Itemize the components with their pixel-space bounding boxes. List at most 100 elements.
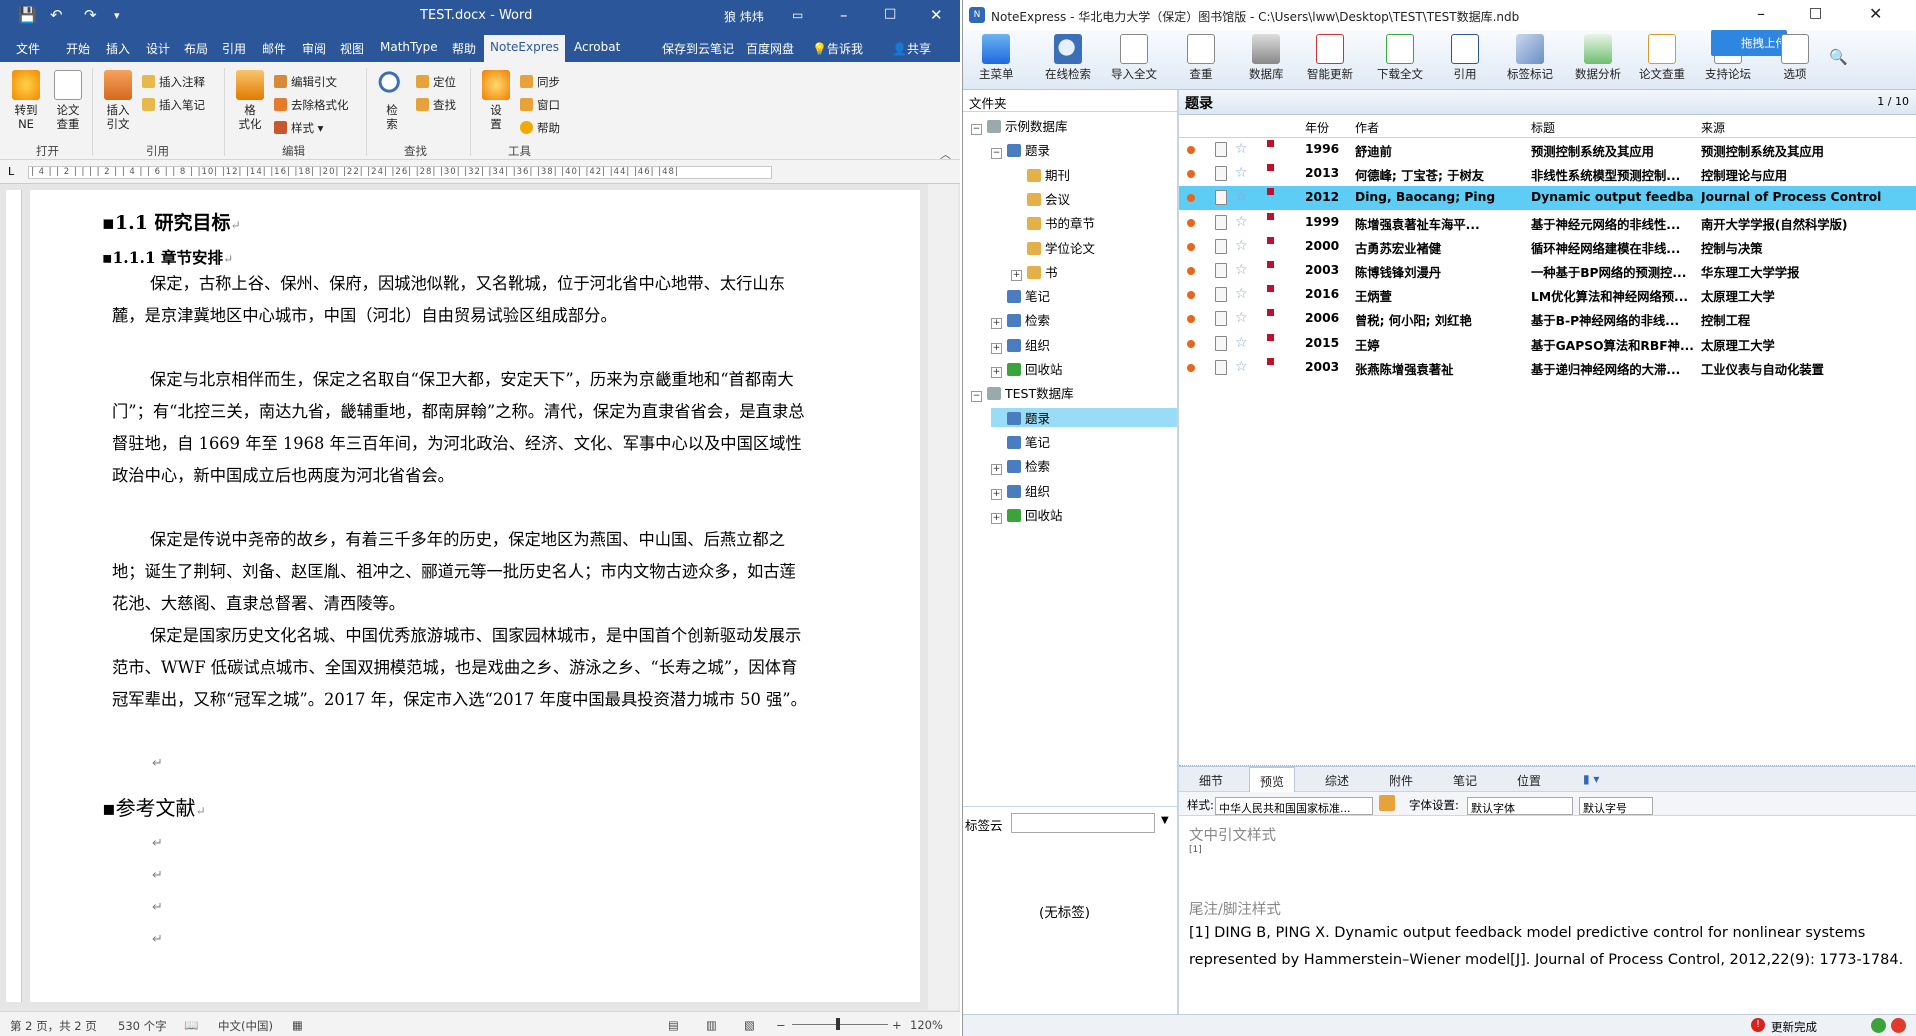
tab-baidu-pan[interactable]: 百度网盘 — [746, 40, 794, 57]
tab-noteexpress[interactable]: NoteExpres — [484, 35, 566, 62]
formatted-reference[interactable]: [1] DING B, PING X. Dynamic output feedb… — [1189, 920, 1909, 974]
tab-review[interactable]: 审阅 — [302, 40, 326, 57]
table-row[interactable]: ☆ 1999 陈增强袁著祉车海平... 基于神经元网络的非线性... 南开大学学报(自然… — [1179, 211, 1916, 235]
sync-button[interactable]: 同步 — [520, 74, 560, 90]
star-icon[interactable]: ☆ — [1235, 141, 1248, 157]
online-search-button[interactable]: 在线检索 — [1045, 34, 1091, 82]
options-button[interactable]: 选项 — [1781, 34, 1809, 82]
proofing-icon[interactable]: 📖 — [184, 1018, 198, 1032]
tab-design[interactable]: 设计 — [146, 40, 170, 57]
dedupe-button[interactable]: 查重 — [1187, 34, 1215, 82]
redo-icon[interactable]: ↷ — [84, 6, 97, 24]
star-icon[interactable]: ☆ — [1235, 238, 1248, 254]
zoom-in-icon[interactable]: + — [892, 1018, 902, 1032]
import-fulltext-button[interactable]: 导入全文 — [1111, 34, 1157, 82]
tree-node[interactable]: 书的章节 — [1011, 213, 1095, 232]
paper-check-button[interactable]: 论文查重 — [1639, 34, 1685, 82]
edit-cite-button[interactable]: 编辑引文 — [274, 74, 337, 90]
star-icon[interactable]: ☆ — [1235, 359, 1248, 375]
paragraph-4[interactable]: 保定是国家历史文化名城、中国优秀旅游城市、国家园林城市，是中国首个创新驱动发展示… — [112, 620, 808, 716]
table-row[interactable]: ☆ 2016 王炳萱 LM优化算法和神经网络预... 太原理工大学 — [1179, 283, 1916, 307]
star-icon[interactable]: ☆ — [1235, 214, 1248, 230]
maximize-icon[interactable]: □ — [884, 6, 896, 21]
table-row[interactable]: ☆ 2013 何德峰; 丁宝苍; 于树友 非线性系统模型预测控制... 控制理论与应用 — [1179, 162, 1916, 186]
page-count[interactable]: 第 2 页，共 2 页 — [10, 1018, 97, 1034]
user-name[interactable]: 狼 炜炜 — [724, 8, 764, 25]
tab-references[interactable]: 引用 — [222, 40, 246, 57]
find-button[interactable]: 查找 — [416, 97, 456, 113]
read-mode-icon[interactable]: ▤ — [668, 1018, 679, 1032]
tree-node[interactable]: − 题录 — [991, 140, 1050, 160]
insert-cite-button[interactable]: 插入 引文 — [98, 70, 138, 131]
locate-button[interactable]: 定位 — [416, 74, 456, 90]
tree-node[interactable]: 期刊 — [1011, 165, 1070, 184]
document-page[interactable]: ▪1.1 研究目标↵ ▪1.1.1 章节安排↵ 保定，古称上谷、保州、保府，因城… — [30, 190, 920, 1002]
tag-button[interactable]: 标签标记 — [1507, 34, 1553, 82]
main-menu-button[interactable]: 主菜单 — [979, 34, 1014, 82]
goto-ne-button[interactable]: 转到 NE — [6, 70, 46, 131]
download-fulltext-button[interactable]: 下载全文 — [1377, 34, 1423, 82]
style-select[interactable]: 中华人民共和国国家标准... — [1215, 797, 1373, 815]
expand-toggle-icon[interactable]: + — [991, 464, 1002, 476]
tree-node[interactable]: + 组织 — [991, 335, 1050, 354]
heading-1[interactable]: ▪1.1 研究目标↵ — [102, 208, 241, 235]
help-button[interactable]: 帮助 — [520, 120, 560, 136]
references-heading[interactable]: ▪参考文献↵ — [102, 792, 206, 821]
data-analysis-button[interactable]: 数据分析 — [1575, 34, 1621, 82]
minimize-icon[interactable]: – — [840, 6, 848, 24]
table-row[interactable]: ☆ 2003 张燕陈增强袁著祉 基于递归神经网络的大滞... 工业仪表与自动化装置 — [1179, 356, 1916, 380]
tab-preview[interactable]: 预览 — [1249, 767, 1296, 793]
tree-node[interactable]: 会议 — [1011, 189, 1070, 208]
insert-notes2-button[interactable]: 插入笔记 — [142, 97, 205, 113]
tab-help[interactable]: 帮助 — [452, 40, 476, 57]
tree-node[interactable]: 题录 — [991, 407, 1177, 427]
customize-qat-icon[interactable]: ▾ — [114, 9, 120, 22]
tab-notes[interactable]: 笔记 — [1453, 772, 1477, 789]
tab-view[interactable]: 视图 — [340, 40, 364, 57]
style-manager-icon[interactable] — [1379, 795, 1395, 811]
expand-toggle-icon[interactable]: + — [1011, 269, 1022, 281]
database-button[interactable]: 数据库 — [1249, 34, 1284, 82]
undo-icon[interactable]: ↶ — [50, 6, 63, 24]
tree-node[interactable]: + 组织 — [991, 481, 1050, 500]
tree-node[interactable]: + 书 — [1011, 262, 1058, 281]
close-icon[interactable]: ✕ — [1869, 4, 1882, 23]
vertical-ruler[interactable] — [6, 190, 22, 1002]
star-icon[interactable]: ☆ — [1235, 189, 1248, 205]
web-layout-icon[interactable]: ▧ — [744, 1018, 755, 1032]
tab-mailings[interactable]: 邮件 — [262, 40, 286, 57]
tree-node[interactable]: + 回收站 — [991, 359, 1063, 378]
alert-icon[interactable]: ! — [1751, 1018, 1765, 1032]
close-icon[interactable]: ✕ — [930, 6, 943, 24]
search-icon[interactable]: 🔍 — [1829, 48, 1848, 66]
column-source[interactable]: 来源 — [1701, 119, 1725, 136]
horizontal-ruler[interactable]: L | 4 | | 2 | | | | 2 | | 4 | | 6 | | 8 … — [0, 160, 960, 184]
ribbon-display-icon[interactable]: ▭ — [792, 8, 803, 22]
maximize-icon[interactable]: □ — [1809, 5, 1822, 21]
smart-update-button[interactable]: 智能更新 — [1307, 34, 1353, 82]
power-icon[interactable] — [1891, 1018, 1906, 1033]
tab-attachments[interactable]: 附件 — [1389, 772, 1413, 789]
zoom-slider[interactable] — [792, 1024, 888, 1025]
table-row[interactable]: ☆ 2003 陈博钱锋刘漫丹 一种基于BP网络的预测控... 华东理工大学学报 — [1179, 259, 1916, 283]
language[interactable]: 中文(中国) — [218, 1018, 273, 1034]
tag-filter-input[interactable] — [1011, 813, 1155, 833]
insert-note-button[interactable]: 插入注释 — [142, 74, 205, 90]
tree-node[interactable]: + 回收站 — [991, 505, 1063, 524]
size-select[interactable]: 默认字号 — [1579, 797, 1653, 815]
heading-2[interactable]: ▪1.1.1 章节安排↵ — [102, 246, 233, 268]
tab-youdao-note[interactable]: 保存到云笔记 — [662, 40, 734, 57]
expand-toggle-icon[interactable]: − — [991, 148, 1002, 160]
format-button[interactable]: 格 式化 — [230, 70, 270, 131]
zoom-level[interactable]: 120% — [910, 1018, 943, 1032]
star-icon[interactable]: ☆ — [1235, 310, 1248, 326]
table-row[interactable]: ☆ 2006 曾税; 何小阳; 刘红艳 基于B-P神经网络的非线... 控制工程 — [1179, 307, 1916, 331]
tree-node[interactable]: − 示例数据库 — [971, 116, 1068, 135]
paragraph-2[interactable]: 保定与北京相伴而生，保定之名取自“保卫大都，安定天下”，历来为京畿重地和“首都南… — [112, 364, 808, 492]
tab-abstract[interactable]: 综述 — [1325, 772, 1349, 789]
print-layout-icon[interactable]: ▥ — [706, 1018, 717, 1032]
zoom-slider-thumb[interactable] — [836, 1018, 840, 1030]
tab-home[interactable]: 开始 — [66, 40, 90, 57]
share-button[interactable]: 👤共享 — [892, 40, 931, 57]
tab-layout[interactable]: 布局 — [184, 40, 208, 57]
